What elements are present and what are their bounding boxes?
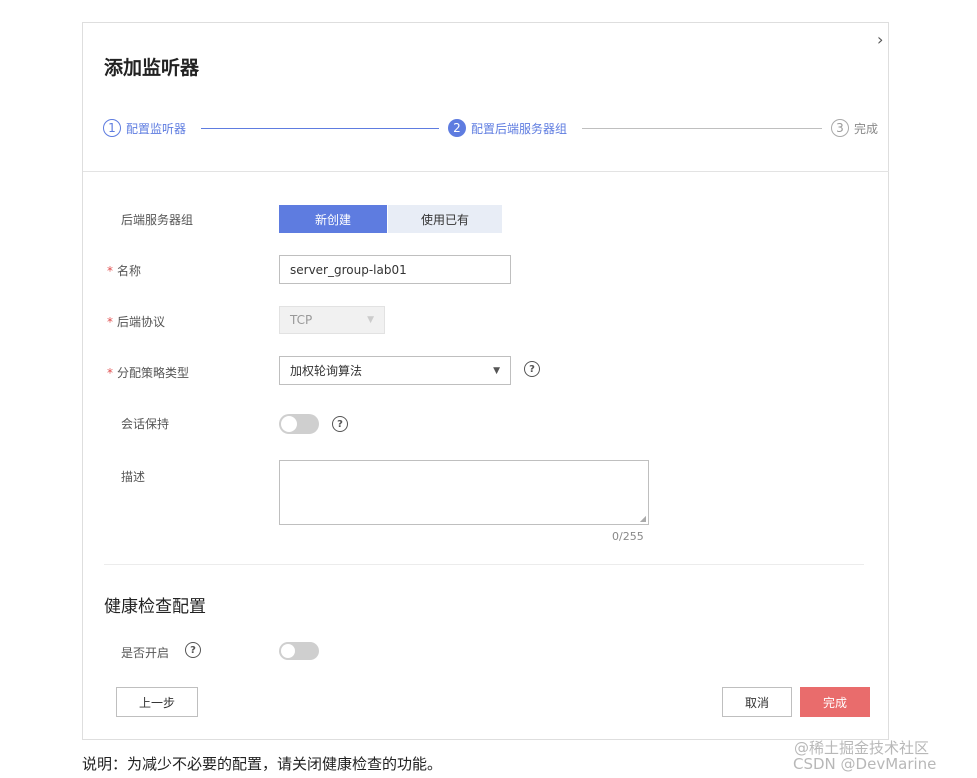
resize-handle-icon[interactable]: ◢ <box>640 514 646 523</box>
name-label: * 名称 <box>107 262 141 279</box>
health-enable-label: 是否开启 <box>121 646 170 660</box>
health-check-toggle[interactable] <box>279 642 319 660</box>
step-number-2: 2 <box>448 119 466 137</box>
session-label: 会话保持 <box>121 417 170 431</box>
create-new-option[interactable]: 新创建 <box>279 205 387 233</box>
name-label-text: 名称 <box>117 264 142 278</box>
toggle-knob <box>281 644 295 658</box>
prev-button[interactable]: 上一步 <box>116 687 198 717</box>
step-connector-1 <box>201 128 439 129</box>
step-label-3: 完成 <box>854 121 879 136</box>
help-icon[interactable]: ? <box>524 361 540 377</box>
protocol-label-text: 后端协议 <box>117 315 166 329</box>
close-icon[interactable]: › <box>877 30 883 49</box>
session-toggle[interactable] <box>279 414 319 434</box>
strategy-select[interactable]: 加权轮询算法 ▼ <box>279 356 511 385</box>
description-label: 描述 <box>121 470 146 484</box>
header-divider <box>83 171 889 172</box>
protocol-label: * 后端协议 <box>107 313 165 330</box>
step-configure-backend: 2 配置后端服务器组 <box>448 119 567 137</box>
step-number-3: 3 <box>831 119 849 137</box>
help-icon[interactable]: ? <box>332 416 348 432</box>
backend-group-label: 后端服务器组 <box>121 213 194 227</box>
strategy-label-text: 分配策略类型 <box>117 366 190 380</box>
health-check-title: 健康检查配置 <box>104 597 206 617</box>
step-configure-listener: 1 配置监听器 <box>103 119 186 137</box>
cancel-button[interactable]: 取消 <box>722 687 792 717</box>
section-divider <box>104 564 864 565</box>
help-icon[interactable]: ? <box>185 642 201 658</box>
finish-button[interactable]: 完成 <box>800 687 870 717</box>
step-label-1: 配置监听器 <box>126 121 187 136</box>
strategy-label: * 分配策略类型 <box>107 364 189 381</box>
use-existing-option[interactable]: 使用已有 <box>388 205 502 233</box>
strategy-select-value: 加权轮询算法 <box>290 364 363 378</box>
protocol-select: TCP ▼ <box>279 306 385 334</box>
description-textarea[interactable]: ◢ <box>279 460 649 525</box>
step-connector-2 <box>582 128 822 129</box>
step-label-2: 配置后端服务器组 <box>471 121 568 136</box>
name-input-value: server_group-lab01 <box>290 262 407 277</box>
description-counter: 0/255 <box>612 530 644 543</box>
chevron-down-icon: ▼ <box>493 365 500 376</box>
toggle-knob <box>281 416 297 432</box>
protocol-select-value: TCP <box>290 313 313 327</box>
required-mark: * <box>107 366 113 380</box>
required-mark: * <box>107 315 113 329</box>
chevron-down-icon: ▼ <box>367 315 374 325</box>
watermark-csdn: CSDN @DevMarine <box>793 755 937 773</box>
dialog-title: 添加监听器 <box>104 57 200 79</box>
note-text: 说明：为减少不必要的配置，请关闭健康检查的功能。 <box>82 755 443 773</box>
step-number-1: 1 <box>103 119 121 137</box>
name-input[interactable]: server_group-lab01 <box>279 255 511 284</box>
step-finish: 3 完成 <box>831 119 878 137</box>
required-mark: * <box>107 264 113 278</box>
